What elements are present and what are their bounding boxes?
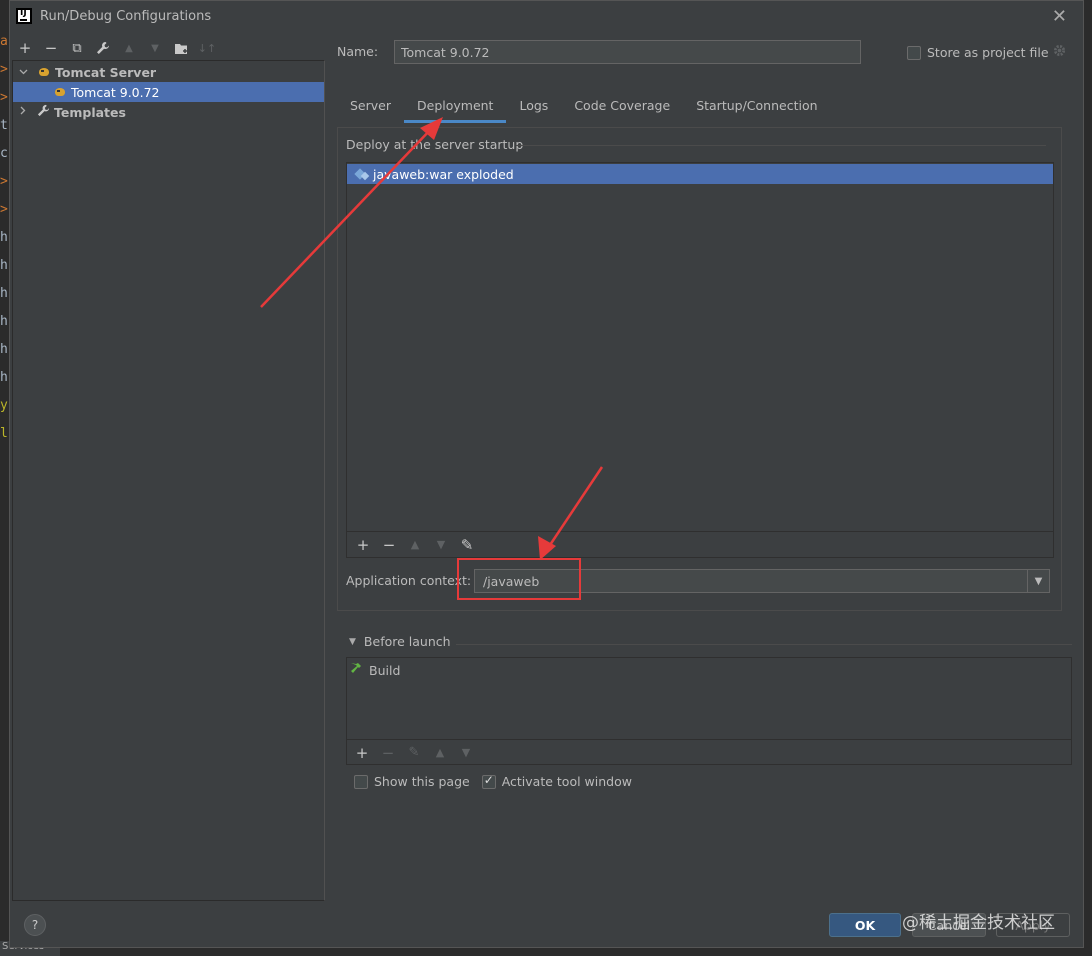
activate-tool-window-label: Activate tool window xyxy=(501,774,632,789)
wrench-icon[interactable] xyxy=(90,38,116,58)
add-task-button[interactable]: + xyxy=(349,744,375,762)
deployment-panel: Deploy at the server startup javaweb:war… xyxy=(337,127,1062,611)
tree-item-tomcat-9[interactable]: Tomcat 9.0.72 xyxy=(13,82,324,102)
application-context-label: Application context: xyxy=(346,573,472,588)
chevron-right-icon[interactable] xyxy=(17,106,29,118)
group-divider xyxy=(516,145,1046,146)
before-launch-divider xyxy=(456,644,1072,645)
tomcat-icon xyxy=(53,86,67,98)
background-editor: a > > t c > > h h h h h h y l xyxy=(0,0,9,956)
gear-icon[interactable] xyxy=(1053,44,1066,61)
move-down-button[interactable]: ▼ xyxy=(453,746,479,759)
annotation-highlight-box xyxy=(457,558,581,600)
config-tabs: Server Deployment Logs Code Coverage Sta… xyxy=(337,95,831,123)
tab-deployment[interactable]: Deployment xyxy=(404,95,507,123)
show-page-checkbox[interactable] xyxy=(354,774,368,789)
tree-item-tomcat-server[interactable]: Tomcat Server xyxy=(13,62,324,82)
store-label: Store as project file xyxy=(927,45,1049,60)
tree-item-templates[interactable]: Templates xyxy=(13,102,324,122)
list-item[interactable]: Build xyxy=(349,660,400,680)
edit-artifact-button[interactable]: ✎ xyxy=(454,536,480,554)
tree-item-label: Tomcat 9.0.72 xyxy=(71,84,160,100)
tomcat-icon xyxy=(37,66,51,78)
deploy-group-title: Deploy at the server startup xyxy=(346,137,530,152)
artifact-icon xyxy=(355,167,369,181)
move-up-button[interactable]: ▲ xyxy=(402,538,428,551)
wrench-icon xyxy=(37,104,50,121)
edit-task-button[interactable]: ✎ xyxy=(401,745,427,760)
new-folder-icon[interactable] xyxy=(168,38,194,58)
hammer-icon xyxy=(349,661,363,679)
store-checkbox[interactable] xyxy=(907,45,921,60)
remove-artifact-button[interactable]: − xyxy=(376,536,402,554)
chevron-down-icon[interactable] xyxy=(17,67,29,78)
name-field[interactable] xyxy=(394,40,861,64)
artifact-list-toolbar: + − ▲ ▼ ✎ xyxy=(346,531,1054,557)
move-up-button[interactable]: ▲ xyxy=(116,38,142,58)
activate-tool-window-checkbox[interactable] xyxy=(481,773,496,789)
before-launch-header[interactable]: ▼ Before launch xyxy=(349,634,451,649)
tab-code-coverage[interactable]: Code Coverage xyxy=(561,95,683,123)
watermark: @稀土掘金技术社区 xyxy=(902,913,1055,933)
before-launch-title: Before launch xyxy=(363,634,451,649)
chevron-down-icon[interactable]: ▼ xyxy=(1027,570,1049,592)
artifact-list[interactable]: javaweb:war exploded xyxy=(346,162,1054,558)
tab-logs[interactable]: Logs xyxy=(506,95,561,123)
close-icon[interactable]: ✕ xyxy=(1052,6,1067,27)
add-artifact-button[interactable]: + xyxy=(350,536,376,554)
config-tree: Tomcat Server Tomcat 9.0.72 Templates xyxy=(12,60,325,901)
store-as-project-file[interactable]: Store as project file xyxy=(907,44,1066,61)
config-toolbar: + − ⧉ ▲ ▼ ↓↑ xyxy=(12,38,220,58)
chevron-down-icon[interactable]: ▼ xyxy=(349,637,356,647)
show-page-label: Show this page xyxy=(374,774,470,789)
window-title: Run/Debug Configurations xyxy=(40,8,212,24)
copy-config-button[interactable]: ⧉ xyxy=(64,38,90,58)
artifact-label: javaweb:war exploded xyxy=(373,166,514,182)
ok-button[interactable]: OK xyxy=(829,913,901,937)
tree-item-label: Tomcat Server xyxy=(55,64,157,80)
help-button[interactable]: ? xyxy=(24,914,46,936)
list-item[interactable]: javaweb:war exploded xyxy=(347,164,1053,184)
before-launch-list[interactable]: Build + − ✎ ▲ ▼ xyxy=(346,657,1072,765)
intellij-app-icon: IJ xyxy=(16,8,32,24)
build-label: Build xyxy=(369,662,401,678)
before-launch-toolbar: + − ✎ ▲ ▼ xyxy=(347,739,1071,765)
remove-config-button[interactable]: − xyxy=(38,38,64,58)
title-bar: IJ Run/Debug Configurations ✕ xyxy=(10,1,1083,31)
remove-task-button[interactable]: − xyxy=(375,744,401,762)
tab-startup-connection[interactable]: Startup/Connection xyxy=(683,95,830,123)
tree-item-label: Templates xyxy=(54,104,126,120)
name-label: Name: xyxy=(337,44,379,59)
move-down-button[interactable]: ▼ xyxy=(142,38,168,58)
move-up-button[interactable]: ▲ xyxy=(427,746,453,759)
sort-icon[interactable]: ↓↑ xyxy=(194,38,220,58)
launch-options: Show this page Activate tool window xyxy=(354,773,644,789)
add-config-button[interactable]: + xyxy=(12,38,38,58)
tab-server[interactable]: Server xyxy=(337,95,404,123)
move-down-button[interactable]: ▼ xyxy=(428,538,454,551)
